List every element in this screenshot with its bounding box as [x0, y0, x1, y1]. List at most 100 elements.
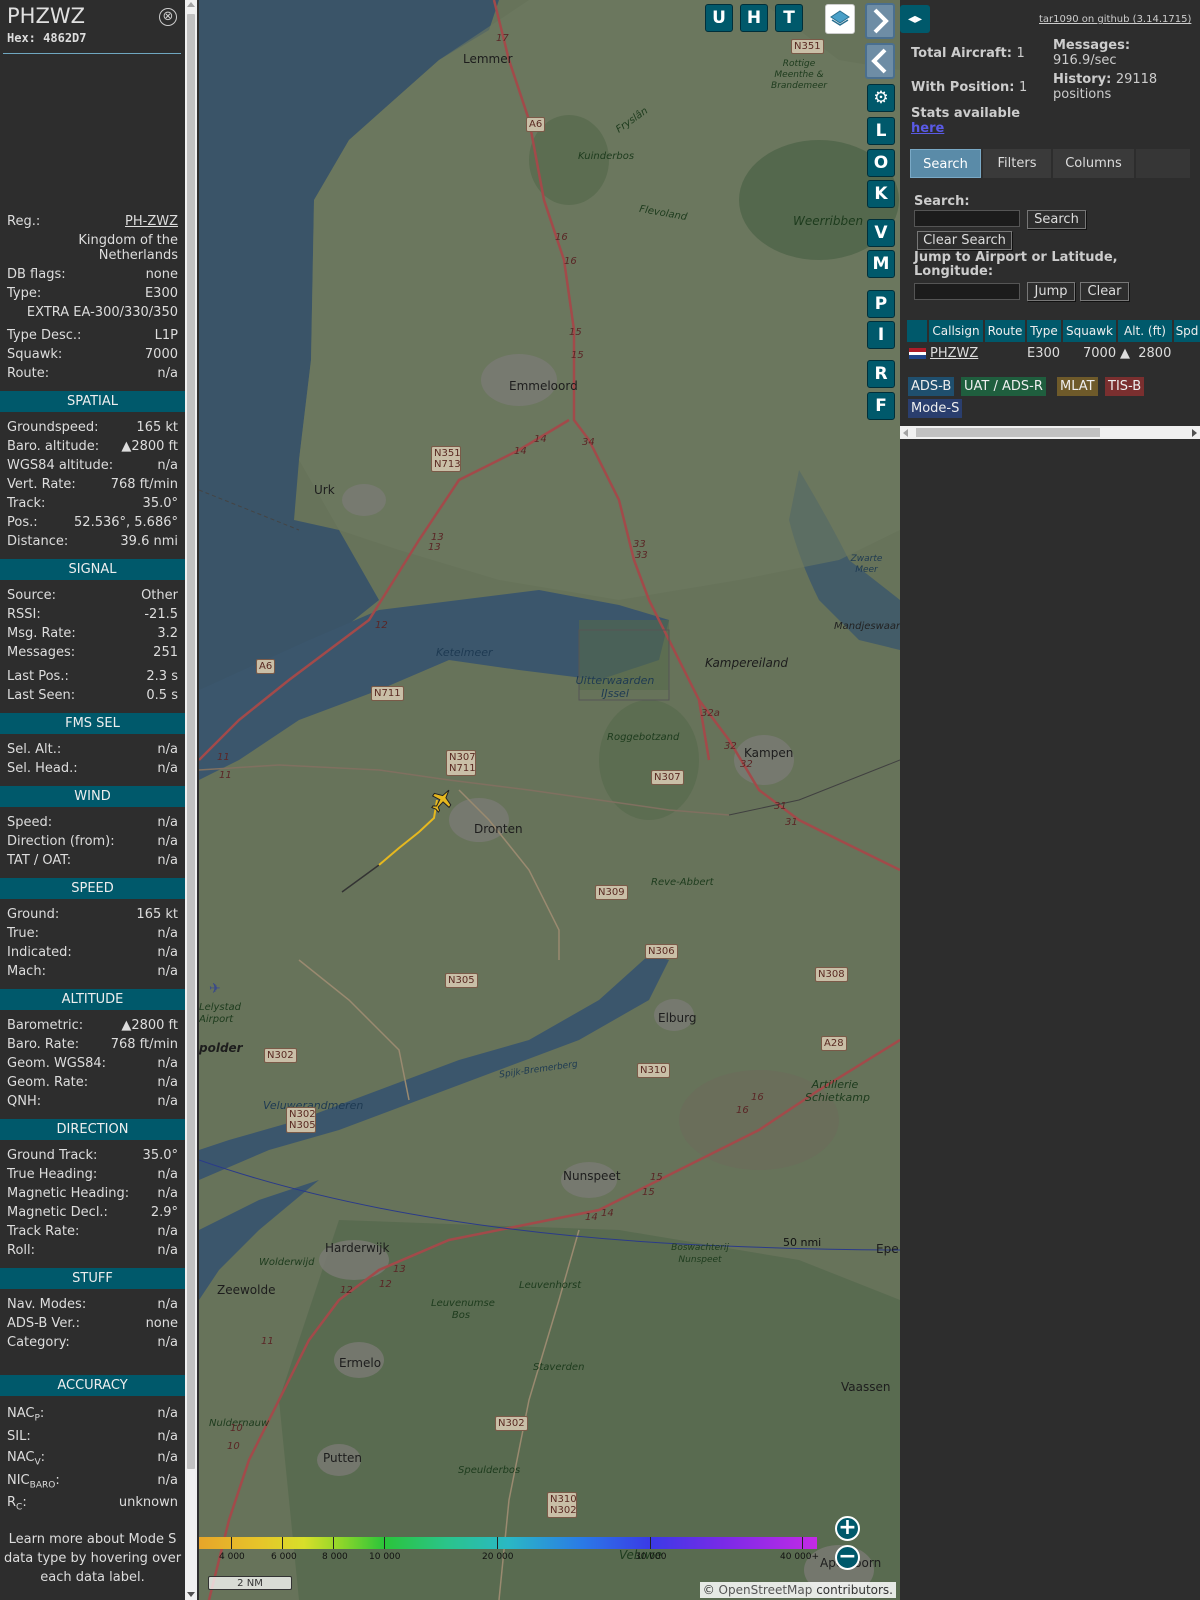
toggle-i-button[interactable]: I: [867, 321, 895, 349]
info-scrollbar[interactable]: [185, 0, 197, 1600]
field-value: 251: [153, 645, 178, 660]
col-altitude[interactable]: Alt. (ft): [1118, 320, 1174, 342]
junction-number: 13: [393, 1264, 406, 1275]
toggle-m-button[interactable]: M: [867, 250, 895, 278]
legend-tick-label: 20 000: [482, 1552, 514, 1562]
field-value: n/a: [157, 945, 178, 960]
nature-label: Leuvenhorst: [519, 1280, 582, 1291]
town-label: Harderwijk: [325, 1241, 390, 1255]
stats-here-link[interactable]: here: [911, 121, 944, 136]
tab-columns[interactable]: Columns: [1053, 149, 1134, 178]
toggle-o-button[interactable]: O: [867, 149, 895, 177]
col-flag[interactable]: [907, 320, 929, 342]
direction-row: True Heading: n/a: [7, 1166, 178, 1184]
close-icon[interactable]: ⊗: [159, 8, 177, 26]
zoom-in-button[interactable]: +: [835, 1516, 860, 1541]
altitude-row: QNH: n/a: [7, 1093, 178, 1111]
junction-number: 16: [555, 232, 568, 243]
search-input[interactable]: [914, 210, 1020, 227]
toggle-k-button[interactable]: K: [867, 180, 895, 208]
toggle-sidebar-button[interactable]: ◂▸: [900, 5, 930, 33]
row-callsign[interactable]: PHZWZ: [930, 344, 978, 363]
field-label: Roll:: [7, 1243, 36, 1258]
field-value: 35.0°: [142, 1148, 178, 1163]
scale-bar: 2 NM: [208, 1576, 292, 1590]
field-value: n/a: [157, 1075, 178, 1090]
source-badge: ADS-B: [908, 377, 955, 396]
junction-number: 10: [230, 1423, 243, 1434]
speed-row: Indicated: n/a: [7, 944, 178, 962]
field-label: TAT / OAT:: [7, 853, 72, 868]
nature-label: Boswachterij Nunspeet: [671, 1243, 729, 1265]
field-label: Geom. Rate:: [7, 1075, 89, 1090]
scroll-right-icon[interactable]: [1192, 429, 1197, 437]
registration-link[interactable]: PH-ZWZ: [125, 213, 178, 231]
range-ring-label: 50 nmi: [783, 1236, 822, 1249]
jump-label: Jump to Airport or Latitude, Longitude:: [914, 250, 1118, 279]
junction-number: 32: [724, 741, 737, 752]
field-value: n/a: [157, 853, 178, 868]
field-value: n/a: [157, 1056, 178, 1071]
toggle-f-button[interactable]: F: [867, 392, 895, 420]
junction-number: 13: [428, 542, 441, 553]
field-value: 165 kt: [136, 907, 178, 922]
accuracy-row: RC: unknown: [7, 1494, 178, 1513]
water-label: Ketelmeer: [436, 646, 493, 659]
field-label: ADS-B Ver.:: [7, 1316, 80, 1331]
tab-search[interactable]: Search: [910, 149, 981, 178]
scroll-down-icon[interactable]: [187, 1592, 195, 1597]
town-label: Lemmer: [463, 52, 513, 66]
junction-number: 16: [736, 1105, 749, 1116]
svg-text:✈: ✈: [209, 981, 221, 997]
clear-jump-button[interactable]: Clear: [1080, 282, 1129, 301]
chevron-right-icon: [873, 8, 889, 34]
junction-number: 31: [785, 817, 798, 828]
osm-link[interactable]: OpenStreetMap: [719, 1583, 813, 1597]
toggle-p-button[interactable]: P: [867, 290, 895, 318]
col-type[interactable]: Type: [1027, 320, 1063, 342]
map-view[interactable]: ✈ Lemmer Emmeloord Urk Dronten Kampen El…: [199, 0, 900, 1600]
scroll-left-icon[interactable]: [903, 429, 908, 437]
direction-row: Ground Track: 35.0°: [7, 1147, 178, 1165]
junction-number: 11: [217, 752, 230, 763]
jump-button[interactable]: Jump: [1027, 282, 1075, 301]
junction-number: 16: [564, 256, 577, 267]
search-button[interactable]: Search: [1027, 210, 1086, 229]
hscroll-thumb[interactable]: [916, 428, 1100, 437]
toggle-r-button[interactable]: R: [867, 360, 895, 388]
toggle-l-button[interactable]: L: [867, 117, 895, 145]
chevron-left-icon: [871, 48, 887, 74]
nature-label: Lelystad Airport: [199, 1002, 242, 1025]
field-label: Last Pos.:: [7, 669, 69, 684]
col-callsign[interactable]: Callsign: [929, 320, 985, 342]
col-route[interactable]: Route: [985, 320, 1027, 342]
toggle-h-button[interactable]: H: [740, 4, 768, 32]
expand-right-button[interactable]: [865, 3, 895, 39]
field-label: Groundspeed:: [7, 420, 99, 435]
field-label: Track Rate:: [7, 1224, 80, 1239]
scroll-up-icon[interactable]: [187, 2, 195, 7]
toggle-t-button[interactable]: T: [775, 4, 803, 32]
section-fms: FMS SEL: [0, 713, 185, 734]
col-speed[interactable]: Spd: [1174, 320, 1200, 342]
field-value: -21.5: [144, 607, 178, 622]
clear-search-button[interactable]: Clear Search: [917, 231, 1012, 250]
field-label: Baro. Rate:: [7, 1037, 80, 1052]
scroll-thumb[interactable]: [187, 14, 195, 1469]
settings-button[interactable]: ⚙: [867, 84, 895, 112]
tab-filters[interactable]: Filters: [983, 149, 1051, 178]
field-label: Nav. Modes:: [7, 1297, 87, 1312]
field-label: Distance:: [7, 534, 69, 549]
toggle-v-button[interactable]: V: [867, 219, 895, 247]
expand-left-button[interactable]: [865, 43, 895, 79]
col-squawk[interactable]: Squawk: [1063, 320, 1118, 342]
layers-button[interactable]: [825, 4, 855, 34]
toggle-u-button[interactable]: U: [705, 4, 733, 32]
table-hscrollbar[interactable]: [900, 426, 1200, 439]
field-value: ▲2800 ft: [121, 1018, 178, 1033]
jump-input[interactable]: [914, 283, 1020, 300]
legend-tick-label: 8 000: [322, 1552, 348, 1562]
zoom-out-button[interactable]: −: [835, 1545, 860, 1570]
github-link[interactable]: tar1090 on github (3.14.1715): [1039, 14, 1191, 25]
field-value: 0.5 s: [146, 688, 178, 703]
